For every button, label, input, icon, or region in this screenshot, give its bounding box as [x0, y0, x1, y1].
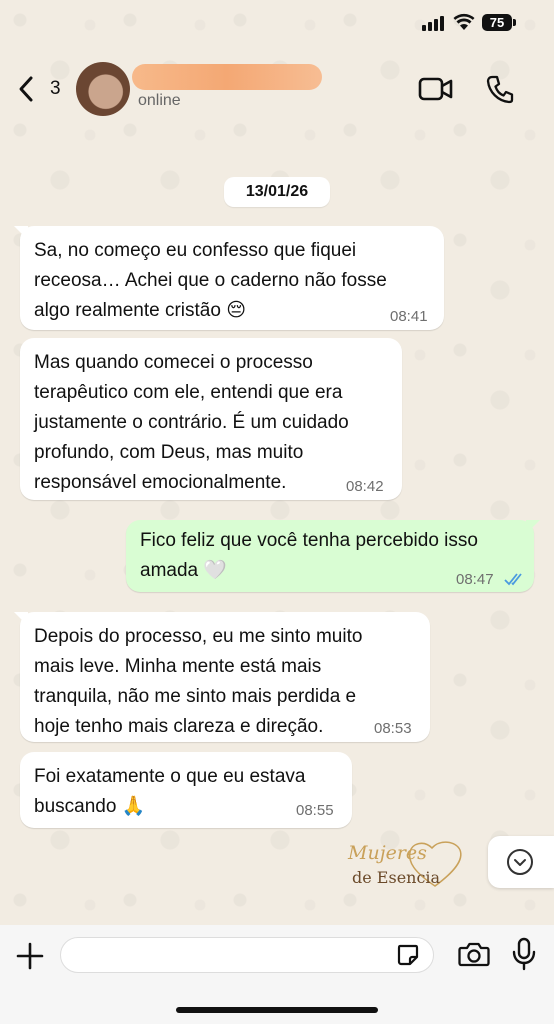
unread-count[interactable]: 3 — [50, 78, 61, 100]
battery-nub — [513, 19, 516, 26]
message-bubble-incoming[interactable]: Depois do processo, eu me sinto muito ma… — [14, 612, 430, 742]
status-bar: 75 — [0, 0, 554, 50]
watermark-line2: de Esencia — [352, 868, 441, 887]
message-text: Mas quando comecei o processo terapêutic… — [34, 352, 349, 493]
plus-icon[interactable] — [16, 942, 44, 970]
message-time: 08:41 — [390, 308, 428, 325]
video-call-icon[interactable] — [418, 76, 454, 102]
message-time: 08:53 — [374, 720, 412, 737]
message-time: 08:42 — [346, 478, 384, 495]
scroll-to-bottom-button[interactable] — [488, 836, 554, 888]
message-text: Depois do processo, eu me sinto muito ma… — [34, 626, 363, 737]
chat-wallpaper — [0, 0, 554, 1024]
message-text: Foi exatamente o que eu estava buscando … — [34, 766, 306, 817]
message-composer — [0, 925, 554, 1024]
message-text: Sa, no começo eu confesso que fiquei rec… — [34, 240, 387, 321]
message-time: 08:47 — [456, 571, 494, 588]
wifi-icon — [453, 13, 475, 30]
message-bubble-incoming[interactable]: Foi exatamente o que eu estava buscando … — [20, 752, 352, 828]
sticker-icon[interactable] — [396, 943, 420, 967]
avatar[interactable] — [76, 62, 130, 116]
chat-header: 3 online — [0, 50, 554, 130]
date-separator: 13/01/26 — [224, 177, 330, 207]
cellular-signal-icon — [422, 15, 446, 31]
message-input[interactable] — [60, 937, 434, 973]
message-bubble-incoming[interactable]: Sa, no começo eu confesso que fiquei rec… — [14, 226, 444, 330]
chevron-left-icon[interactable] — [16, 74, 36, 104]
message-text: Fico feliz que você tenha percebido isso… — [140, 530, 478, 581]
contact-name-redacted[interactable] — [132, 64, 322, 90]
phone-icon[interactable] — [486, 74, 514, 104]
home-indicator — [176, 1007, 378, 1013]
contact-status: online — [138, 92, 181, 109]
read-receipt-icon — [504, 573, 522, 586]
chevron-down-icon — [507, 849, 533, 875]
message-time: 08:55 — [296, 802, 334, 819]
watermark-line1: Mujeres — [348, 842, 427, 864]
message-bubble-incoming[interactable]: Mas quando comecei o processo terapêutic… — [20, 338, 402, 500]
watermark-logo: Mujeres de Esencia — [338, 838, 468, 898]
message-bubble-outgoing[interactable]: Fico feliz que você tenha percebido isso… — [126, 520, 540, 592]
microphone-icon[interactable] — [512, 937, 536, 971]
camera-icon[interactable] — [458, 941, 490, 967]
battery-icon: 75 — [482, 14, 512, 31]
